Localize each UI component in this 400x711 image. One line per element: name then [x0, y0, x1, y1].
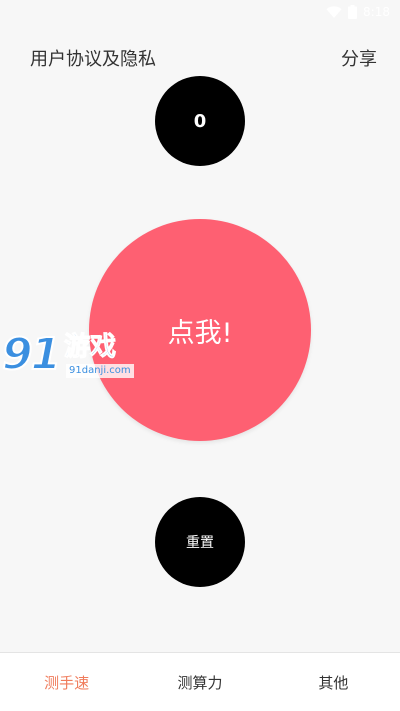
tab-other[interactable]: 其他	[267, 653, 400, 711]
header: 用户协议及隐私 分享	[0, 40, 400, 76]
share-button[interactable]: 分享	[341, 45, 377, 71]
tab-calculation[interactable]: 测算力	[133, 653, 266, 711]
reset-button[interactable]: 重置	[155, 497, 245, 587]
watermark-url: 91danji.com	[66, 364, 134, 378]
tab-hand-speed-label: 测手速	[44, 673, 90, 692]
watermark-number: 91	[1, 329, 62, 381]
tap-counter-value: 0	[193, 110, 207, 132]
tap-counter: 0	[155, 76, 245, 166]
wifi-icon	[326, 5, 342, 19]
tab-calculation-label: 测算力	[177, 673, 223, 692]
battery-icon	[348, 5, 358, 19]
tab-hand-speed[interactable]: 测手速	[0, 653, 133, 711]
privacy-policy-link[interactable]: 用户协议及隐私	[30, 45, 156, 71]
status-icons: 8:18	[326, 5, 390, 19]
reset-button-label: 重置	[186, 535, 214, 551]
status-bar: 8:18	[0, 0, 400, 28]
tap-button-label: 点我!	[167, 317, 233, 349]
tab-other-label: 其他	[318, 673, 349, 692]
status-time: 8:18	[363, 5, 390, 19]
watermark-logo: 91 游戏 91danji.com	[1, 329, 142, 382]
watermark-text: 游戏	[63, 332, 117, 363]
bottom-nav: 测手速 测算力 其他	[0, 652, 400, 711]
